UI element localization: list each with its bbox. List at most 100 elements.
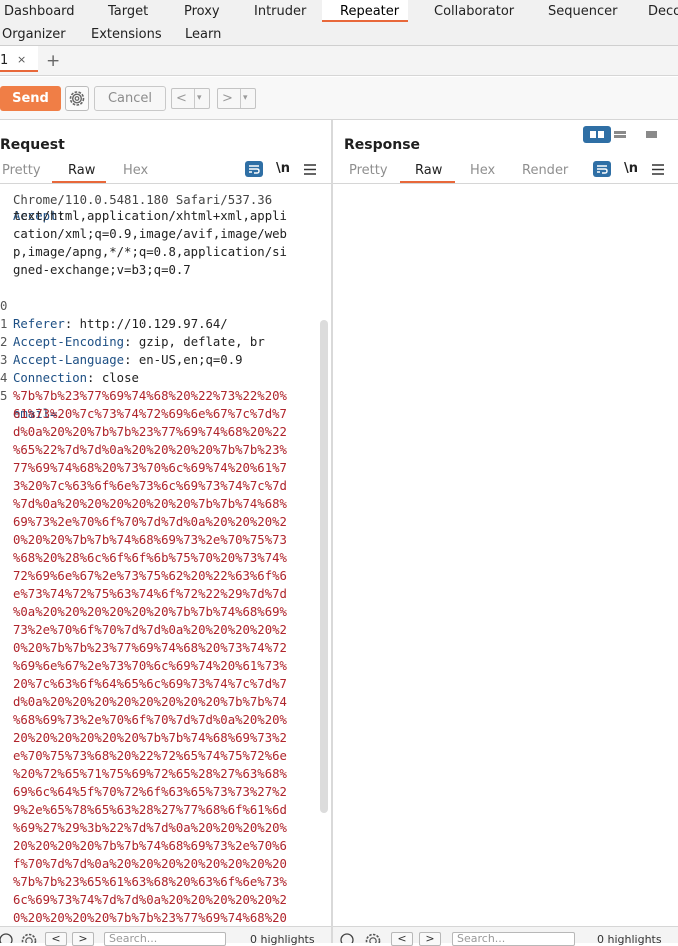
- request-tab-hex[interactable]: Hex: [123, 163, 148, 178]
- tab-collaborator[interactable]: Collaborator: [434, 4, 514, 19]
- encoded-payload-line: 69%6c%64%5f%70%72%6f%63%65%73%73%27%2: [13, 785, 287, 799]
- encoded-payload-line: %7b%7b%23%65%61%63%68%20%63%6f%6e%73%: [13, 875, 287, 889]
- help-icon[interactable]: [340, 932, 354, 943]
- encoded-payload-line: %7b%7b%23%77%69%74%68%20%22%73%22%20%: [13, 389, 287, 403]
- response-tab-pretty[interactable]: Pretty: [349, 163, 388, 178]
- encoded-payload-line: 9%2e%65%78%65%63%28%27%77%68%6f%61%6d: [13, 803, 287, 817]
- wrap-lines-icon[interactable]: [245, 161, 263, 177]
- chevron-left-icon: <: [176, 91, 187, 106]
- tab-repeater[interactable]: Repeater: [340, 4, 399, 19]
- tab-sequencer[interactable]: Sequencer: [548, 4, 617, 19]
- search-previous-button[interactable]: <: [391, 932, 413, 946]
- request-editor[interactable]: Chrome/110.0.5481.180 Safari/537.36 Acce…: [0, 184, 320, 926]
- header-value: cation/xml;q=0.9,image/avif,image/web: [13, 227, 287, 241]
- header-value: http://10.129.97.64/: [72, 317, 228, 331]
- response-tab-hex[interactable]: Hex: [470, 163, 495, 178]
- header-value: text/html,application/xhtml+xml,appli: [13, 209, 287, 223]
- encoded-payload-line: 20%7c%63%6f%64%65%6c%69%73%74%7c%7d%7: [13, 677, 287, 691]
- search-previous-button[interactable]: <: [45, 932, 67, 946]
- tab-learn[interactable]: Learn: [185, 27, 221, 42]
- encoded-payload-line: 61%73%20%7c%73%74%72%69%6e%67%7c%7d%7: [13, 407, 287, 421]
- encoded-payload-line: d%0a%20%20%7b%7b%23%77%69%74%68%20%22: [13, 425, 287, 439]
- encoded-payload-line: %65%22%7d%7d%0a%20%20%20%20%7b%7b%23%: [13, 443, 287, 457]
- repeater-tab-1[interactable]: 1 ×: [0, 46, 38, 72]
- encoded-payload-line: 0%20%20%7b%7b%74%68%69%73%2e%70%75%73: [13, 533, 287, 547]
- main-tab-bar: Dashboard Target Proxy Intruder Repeater…: [0, 0, 678, 46]
- highlights-count: 0 highlights: [250, 933, 315, 946]
- menu-icon[interactable]: [652, 164, 664, 175]
- layout-toggle-group: [583, 126, 657, 143]
- encoded-payload-line: 20%20%20%20%20%20%7b%7b%74%68%69%73%2: [13, 731, 287, 745]
- response-editor[interactable]: [333, 184, 678, 926]
- encoded-payload-line: 20%20%20%20%7b%7b%74%68%69%73%2e%70%6: [13, 839, 287, 853]
- wrap-lines-icon[interactable]: [593, 161, 611, 177]
- settings-button[interactable]: [65, 86, 89, 111]
- encoded-payload-line: 0%20%7b%7b%23%77%69%74%68%20%73%74%72: [13, 641, 287, 655]
- encoded-payload-line: d%0a%20%20%20%20%20%20%20%20%7b%7b%74: [13, 695, 287, 709]
- header-value: close: [94, 371, 139, 385]
- encoded-payload-line: %69%27%29%3b%22%7d%7d%0a%20%20%20%20%: [13, 821, 287, 835]
- encoded-payload-line: 73%2e%70%6f%70%7d%7d%0a%20%20%20%20%2: [13, 623, 287, 637]
- encoded-payload-line: %68%20%28%6c%6f%6f%6b%75%70%20%73%74%: [13, 551, 287, 565]
- encoded-payload-line: %0a%20%20%20%20%20%20%7b%7b%74%68%69%: [13, 605, 287, 619]
- tab-intruder[interactable]: Intruder: [254, 4, 306, 19]
- header-name: Accept-Language: [13, 353, 125, 367]
- encoded-payload-line: 3%20%7c%63%6f%6e%73%6c%69%73%74%7c%7d: [13, 479, 287, 493]
- tab-target[interactable]: Target: [108, 4, 148, 19]
- menu-icon[interactable]: [304, 164, 316, 175]
- gear-icon[interactable]: [20, 932, 38, 943]
- tab-decoder[interactable]: Deco: [648, 4, 678, 19]
- active-tab-indicator: [322, 20, 408, 22]
- header-name: Accept-Encoding: [13, 335, 125, 349]
- encoded-payload-line: 72%69%6e%67%2e%73%75%62%20%22%63%6f%6: [13, 569, 287, 583]
- gear-icon[interactable]: [364, 932, 382, 943]
- newline-toggle[interactable]: \n: [276, 161, 290, 176]
- encoded-payload-line: %20%72%65%71%75%69%72%65%28%27%63%68%: [13, 767, 287, 781]
- gear-icon: [69, 91, 85, 106]
- response-title: Response: [344, 137, 421, 153]
- encoded-payload-line: f%70%7d%7d%0a%20%20%20%20%20%20%20%20: [13, 857, 287, 871]
- repeater-tab-label: 1: [0, 53, 9, 68]
- repeater-tab-bar: 1 ×: [0, 46, 678, 76]
- encoded-payload-line: 6c%69%73%74%7d%7d%0a%20%20%20%20%20%2: [13, 893, 287, 907]
- request-scrollbar[interactable]: [320, 320, 328, 813]
- response-tab-raw[interactable]: Raw: [415, 163, 442, 178]
- cancel-button[interactable]: Cancel: [94, 86, 166, 111]
- search-next-button[interactable]: >: [72, 932, 94, 946]
- tab-extensions[interactable]: Extensions: [91, 27, 162, 42]
- encoded-payload-line: e%73%74%72%75%63%74%6f%72%22%29%7d%7d: [13, 587, 287, 601]
- header-value: gzip, deflate, br: [131, 335, 265, 349]
- encoded-payload-line: %69%6e%67%2e%73%70%6c%69%74%20%61%73%: [13, 659, 287, 673]
- newline-toggle[interactable]: \n: [624, 161, 638, 176]
- search-input[interactable]: Search...: [104, 932, 226, 946]
- header-value: en-US,en;q=0.9: [131, 353, 243, 367]
- add-tab-button[interactable]: +: [46, 51, 60, 71]
- line-number: 5: [0, 389, 8, 403]
- chevron-right-icon: >: [222, 91, 233, 106]
- response-tab-render[interactable]: Render: [522, 163, 568, 178]
- request-tab-pretty[interactable]: Pretty: [2, 163, 41, 178]
- help-icon[interactable]: [0, 932, 14, 943]
- send-button[interactable]: Send: [0, 86, 61, 111]
- tab-organizer[interactable]: Organizer: [2, 27, 66, 42]
- encoded-payload-line: %7d%0a%20%20%20%20%20%20%7b%7b%74%68%: [13, 497, 287, 511]
- close-icon[interactable]: ×: [17, 53, 26, 66]
- highlights-count: 0 highlights: [597, 933, 662, 946]
- request-tab-raw[interactable]: Raw: [68, 163, 95, 178]
- previous-request-button[interactable]: < ▾: [171, 88, 210, 109]
- header-value: p,image/apng,*/*;q=0.8,application/si: [13, 245, 287, 259]
- encoded-payload-line: 69%73%2e%70%6f%70%7d%7d%0a%20%20%20%2: [13, 515, 287, 529]
- chevron-down-icon[interactable]: ▾: [240, 89, 248, 108]
- tab-proxy[interactable]: Proxy: [184, 4, 220, 19]
- encoded-payload-line: 77%69%74%68%20%73%70%6c%69%74%20%61%7: [13, 461, 287, 475]
- tab-dashboard[interactable]: Dashboard: [4, 4, 75, 19]
- request-title: Request: [0, 137, 65, 153]
- encoded-payload-line: e%70%75%73%68%20%22%72%65%74%75%72%6e: [13, 749, 287, 763]
- search-next-button[interactable]: >: [419, 932, 441, 946]
- next-request-button[interactable]: > ▾: [217, 88, 256, 109]
- header-value: gned-exchange;v=b3;q=0.7: [13, 263, 191, 277]
- search-input[interactable]: Search...: [452, 932, 575, 946]
- encoded-payload-line: 0%20%20%20%20%7b%7b%23%77%69%74%68%20: [13, 911, 287, 925]
- encoded-payload-line: %68%69%73%2e%70%6f%70%7d%7d%0a%20%20%: [13, 713, 287, 727]
- chevron-down-icon[interactable]: ▾: [194, 89, 202, 108]
